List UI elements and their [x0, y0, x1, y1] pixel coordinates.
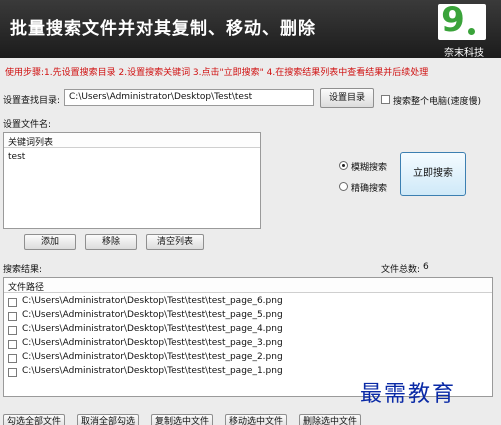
fuzzy-search-label: 模糊搜索 — [351, 163, 388, 173]
result-row-path: C:\Users\Administrator\Desktop\Test\test… — [22, 366, 283, 376]
instructions-text: 使用步骤:1.先设置搜索目录 2.设置搜索关键词 3.点击"立即搜索" 4.在搜… — [5, 68, 429, 78]
result-row-path: C:\Users\Administrator\Desktop\Test\test… — [22, 324, 283, 334]
result-row-path: C:\Users\Administrator\Desktop\Test\test… — [22, 352, 283, 362]
move-selected-button[interactable]: 移动选中文件 — [225, 414, 287, 425]
search-now-button[interactable]: 立即搜索 — [400, 152, 466, 196]
result-row-checkbox[interactable] — [8, 312, 17, 321]
keyword-list-header: 关键词列表 — [4, 133, 260, 148]
copy-selected-button[interactable]: 复制选中文件 — [151, 414, 213, 425]
result-row-checkbox[interactable] — [8, 368, 17, 377]
search-dir-input[interactable]: C:\Users\Administrator\Desktop\Test\test — [64, 89, 314, 106]
set-dir-button[interactable]: 设置目录 — [320, 88, 374, 108]
exact-search-label: 精确搜索 — [351, 184, 388, 194]
watermark: 最需教育 — [360, 382, 457, 407]
results-label: 搜索结果: — [3, 265, 43, 275]
delete-selected-button[interactable]: 删除选中文件 — [299, 414, 361, 425]
result-row[interactable]: C:\Users\Administrator\Desktop\Test\test… — [8, 324, 478, 337]
filename-label: 设置文件名: — [3, 120, 52, 130]
clear-list-button[interactable]: 清空列表 — [146, 234, 204, 250]
result-row-checkbox[interactable] — [8, 298, 17, 307]
result-row-checkbox[interactable] — [8, 340, 17, 349]
search-dir-label: 设置查找目录: — [3, 96, 61, 106]
results-column-header: 文件路径 — [4, 278, 492, 293]
whole-pc-checkbox[interactable] — [381, 95, 390, 104]
result-row-path: C:\Users\Administrator\Desktop\Test\test… — [22, 296, 283, 306]
fuzzy-search-radio[interactable] — [339, 161, 348, 170]
file-count-value: 6 — [423, 262, 429, 272]
logo-text: 奈末科技 — [444, 48, 484, 59]
logo-dot — [468, 28, 475, 35]
result-row-path: C:\Users\Administrator\Desktop\Test\test… — [22, 338, 283, 348]
unselect-all-button[interactable]: 取消全部勾选 — [77, 414, 139, 425]
whole-pc-label: 搜索整个电脑(速度慢) — [393, 97, 482, 107]
logo-mark: 9 — [441, 0, 465, 40]
result-row-checkbox[interactable] — [8, 354, 17, 363]
result-row[interactable]: C:\Users\Administrator\Desktop\Test\test… — [8, 338, 478, 351]
add-button[interactable]: 添加 — [24, 234, 76, 250]
title-bar: 批量搜索文件并对其复制、移动、删除 9 奈末科技 — [0, 0, 501, 59]
keyword-item[interactable]: test — [8, 152, 25, 162]
result-row[interactable]: C:\Users\Administrator\Desktop\Test\test… — [8, 352, 478, 365]
app-title: 批量搜索文件并对其复制、移动、删除 — [10, 19, 316, 39]
result-row-path: C:\Users\Administrator\Desktop\Test\test… — [22, 310, 283, 320]
exact-search-radio[interactable] — [339, 182, 348, 191]
logo: 9 — [438, 0, 486, 40]
result-row[interactable]: C:\Users\Administrator\Desktop\Test\test… — [8, 310, 478, 323]
result-row[interactable]: C:\Users\Administrator\Desktop\Test\test… — [8, 296, 478, 309]
keyword-list[interactable]: 关键词列表 test — [3, 132, 261, 229]
remove-button[interactable]: 移除 — [85, 234, 137, 250]
result-row-checkbox[interactable] — [8, 326, 17, 335]
file-count-label: 文件总数: — [381, 265, 421, 275]
select-all-button[interactable]: 勾选全部文件 — [3, 414, 65, 425]
